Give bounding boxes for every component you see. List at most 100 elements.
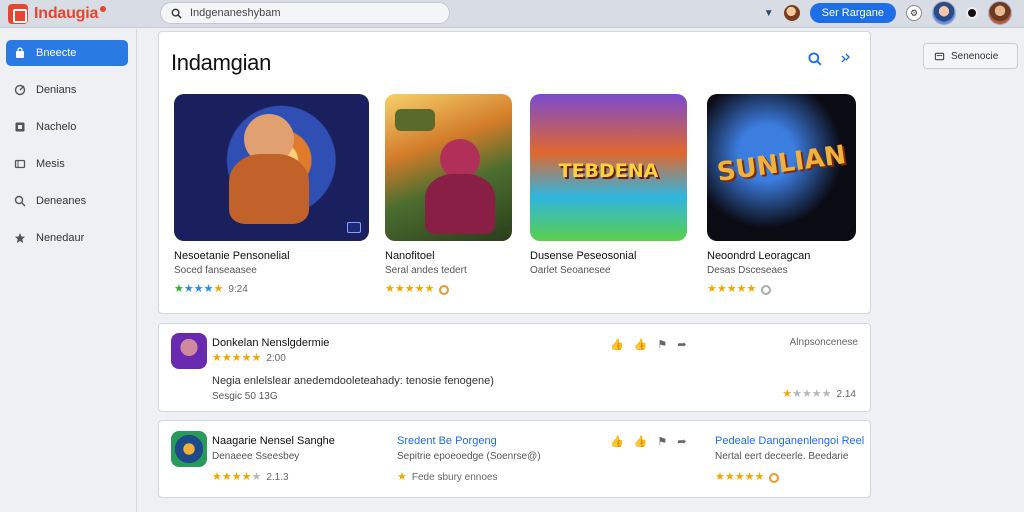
game-title: Nanofitoel xyxy=(385,250,435,262)
rating-text: 2.1.3 xyxy=(266,472,289,483)
rating-stars: ★★★★★ xyxy=(707,283,757,295)
status-icon[interactable] xyxy=(966,7,978,19)
sidebar-item-label: Nachelo xyxy=(36,121,77,133)
rating-stars: ★★★★★ xyxy=(212,471,262,483)
tag-icon xyxy=(14,84,26,96)
review-meta: Sesgic 50 13G xyxy=(212,391,278,402)
game-subtitle: Oarlet Seoanesee xyxy=(530,265,611,276)
review-actions: 👍 👍 ⚑ ➦ xyxy=(610,435,687,448)
game-artwork[interactable] xyxy=(174,94,369,241)
review-title: Naagarie Nensel Sanghe xyxy=(212,435,335,447)
game-card[interactable]: Nanofitoel Seral andes tedert ★★★★★ xyxy=(385,94,512,295)
game-rating: ★★★★★ xyxy=(707,284,856,295)
flag-icon[interactable]: ⚑ xyxy=(657,338,667,351)
share-icon[interactable]: ➦ xyxy=(677,338,686,351)
related-subtitle-2: Nertal eert deceerle. Beedarie xyxy=(715,451,849,462)
hero-body xyxy=(229,154,309,224)
game-artwork[interactable] xyxy=(385,94,512,241)
featured-panel: Indamgian Nesoetanie Pensonelial Soced f… xyxy=(158,31,871,314)
related-meta-text: Fede sbury ennoes xyxy=(411,472,498,483)
reviewer-avatar[interactable] xyxy=(171,333,207,369)
like-icon[interactable]: 👍 xyxy=(610,338,624,351)
upvote-icon[interactable]: 👍 xyxy=(634,338,648,351)
game-card[interactable]: TEBDENA Dusense Peseosonial Oarlet Seoan… xyxy=(530,94,687,276)
bag-icon xyxy=(16,47,24,58)
game-artwork[interactable]: SUNLIAN xyxy=(707,94,856,241)
user-avatar-small[interactable] xyxy=(783,5,800,21)
flag-icon[interactable]: ⚑ xyxy=(657,435,667,448)
sign-in-button[interactable]: Ser Rargane xyxy=(809,3,896,23)
award-icon xyxy=(769,472,780,483)
share-button[interactable]: Senenocie xyxy=(923,43,1018,69)
sidebar-item-label: Mesis xyxy=(36,158,65,170)
weapon-shape xyxy=(395,109,435,131)
related-link[interactable]: Sredent Be Porgeng xyxy=(397,435,497,447)
review-rating: ★★★★★ 2:00 xyxy=(212,353,286,365)
sidebar-item-media[interactable]: Mesis xyxy=(6,151,128,177)
award-icon xyxy=(439,284,450,295)
bookmark-icon xyxy=(15,122,25,132)
sidebar-item-library[interactable]: Nachelo xyxy=(6,114,128,140)
page-title: Indamgian xyxy=(171,50,272,75)
rating-text: 2:00 xyxy=(266,353,286,364)
game-card[interactable]: Nesoetanie Pensonelial Soced fanseaasee … xyxy=(174,94,369,295)
like-icon[interactable]: 👍 xyxy=(610,435,624,448)
review-rating: ★★★★★ 2.1.3 xyxy=(212,471,289,484)
settings-icon[interactable]: ⚙ xyxy=(906,5,922,21)
related-link-2[interactable]: Pedeale Danganenlengoi Reel xyxy=(715,435,864,447)
game-artwork[interactable]: TEBDENA xyxy=(530,94,687,241)
review-subtitle: Denaeee Sseesbey xyxy=(212,451,300,462)
review-date: Alnpsoncenese xyxy=(789,337,858,348)
star-icon xyxy=(15,233,25,243)
share-button-label: Senenocie xyxy=(951,50,999,62)
sidebar-item-tags[interactable]: Denians xyxy=(6,77,128,103)
profile-avatar[interactable] xyxy=(988,1,1012,25)
sidebar-item-label: Denians xyxy=(36,84,77,96)
chevron-down-icon[interactable]: ▼ xyxy=(764,8,774,19)
expand-icon[interactable] xyxy=(840,52,852,64)
rating-stars: ★★★★★ xyxy=(174,283,224,295)
logo-icon xyxy=(8,4,28,24)
game-logo-text: SUNLIAN xyxy=(715,140,848,188)
game-subtitle: Seral andes tedert xyxy=(385,265,467,276)
game-logo-text: TEBDENA xyxy=(558,160,659,182)
game-card[interactable]: SUNLIAN Neoondrd Leoragcan Desas Dscesea… xyxy=(707,94,856,295)
map-pin-icon xyxy=(14,195,26,207)
sidebar-item-locations[interactable]: Deneanes xyxy=(6,188,128,214)
related-rating: ★★★★★ xyxy=(715,472,780,483)
hero-body xyxy=(425,174,495,234)
sidebar-item-label: Deneanes xyxy=(36,195,87,207)
upvote-icon[interactable]: 👍 xyxy=(634,435,648,448)
review-actions: 👍 👍 ⚑ ➦ xyxy=(610,338,687,351)
search-bar[interactable] xyxy=(160,2,450,24)
rating-stars: ★★★★★ xyxy=(782,388,832,400)
platform-badge-icon xyxy=(347,222,361,233)
avatar[interactable] xyxy=(932,1,956,25)
reviewer-avatar[interactable] xyxy=(171,431,207,467)
review-card: Naagarie Nensel Sanghe Denaeee Sseesbey … xyxy=(158,420,871,498)
game-title: Neoondrd Leoragcan xyxy=(707,250,811,262)
related-meta: ★ Fede sbury ennoes xyxy=(397,471,498,484)
top-bar: Indaugia ▼ Ser Rargane ⚙ xyxy=(0,0,1024,28)
rating-stars: ★★★★★ xyxy=(385,283,435,295)
share-icon xyxy=(934,52,945,60)
share-icon[interactable]: ➦ xyxy=(677,435,686,448)
film-icon xyxy=(14,159,26,169)
review-card: Donkelan Nenslgdermie ★★★★★ 2:00 👍 👍 ⚑ ➦… xyxy=(158,323,871,412)
review-text: Negia enlelslear anedemdooleteahady: ten… xyxy=(212,375,494,387)
app-logo[interactable]: Indaugia xyxy=(8,4,107,24)
review-score: ★★★★★ 2.14 xyxy=(782,388,856,401)
sidebar-item-label: Bneecte xyxy=(36,47,77,59)
sidebar: Bneecte Denians Nachelo Mesis Deneanes N… xyxy=(0,29,137,512)
rating-text: 9:24 xyxy=(228,284,248,295)
search-input[interactable] xyxy=(190,7,430,19)
game-rating: ★★★★★ 9:24 xyxy=(174,283,369,296)
sidebar-item-favorites[interactable]: Nenedaur xyxy=(6,225,128,251)
sidebar-item-store[interactable]: Bneecte xyxy=(6,40,128,66)
rating-stars: ★ xyxy=(397,471,407,483)
app-name: Indaugia xyxy=(34,5,99,22)
search-icon[interactable] xyxy=(808,52,822,66)
notification-dot xyxy=(100,6,107,12)
hero-figure xyxy=(440,139,480,179)
game-title: Dusense Peseosonial xyxy=(530,250,637,262)
